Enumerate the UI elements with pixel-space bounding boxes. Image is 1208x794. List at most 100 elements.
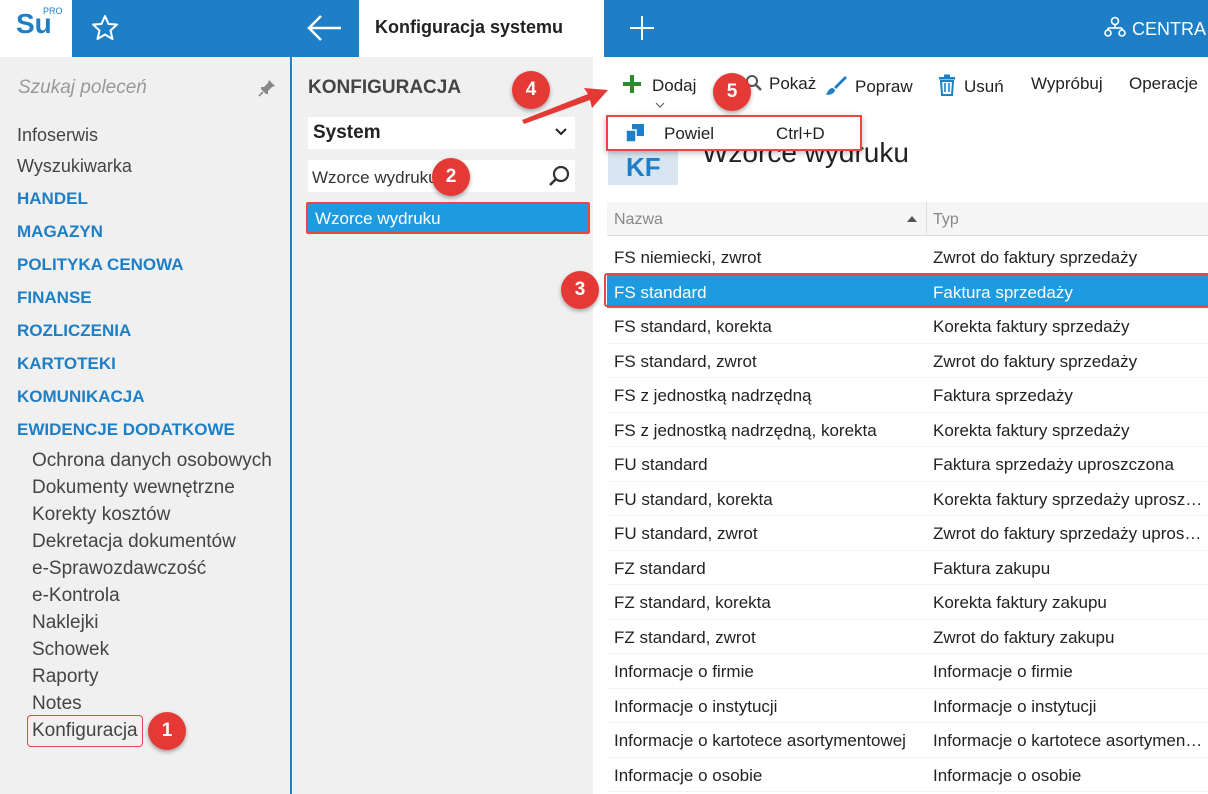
brush-icon (826, 76, 847, 95)
cell-typ: Faktura zakupu (933, 558, 1051, 578)
cell-nazwa: Informacje o firmie (614, 662, 754, 681)
cell-typ: Zwrot do faktury sprzedaży uproszczonej (933, 524, 1203, 543)
search-value: Wzorce wydruku (312, 168, 438, 187)
cell-nazwa: FU standard, zwrot (614, 524, 758, 543)
table-row[interactable]: FS standard Faktura sprzedaży (607, 274, 1208, 309)
list-item-label: Wzorce wydruku (315, 209, 441, 228)
edit-button[interactable]: Popraw (825, 74, 913, 97)
menu-item-powiel[interactable]: Powiel (664, 124, 714, 144)
sidebar-item-ewidencje-dodatkowe[interactable]: EWIDENCJE DODATKOWE (17, 420, 235, 440)
sidebar-item-magazyn[interactable]: MAGAZYN (17, 222, 103, 242)
table-row[interactable]: Informacje o instytucji Informacje o inst… (607, 689, 1208, 723)
add-button[interactable]: Dodaj (622, 74, 697, 108)
delete-button[interactable]: Usuń (938, 74, 1004, 97)
sidebar-subitem[interactable]: Naklejki (32, 612, 99, 634)
annotation-badge: 5 (713, 73, 751, 111)
sidebar-subitem[interactable]: Ochrona danych osobowych (32, 450, 272, 472)
company-switcher[interactable]: CENTRA (1104, 16, 1206, 42)
table-row[interactable]: Informacje o firmie Informacje o firmie (607, 654, 1208, 689)
annotation-badge: 1 (148, 712, 186, 750)
cell-nazwa: Informacje o osobie (614, 765, 763, 785)
pin-icon[interactable] (258, 79, 276, 97)
column-header-typ[interactable]: Typ (933, 211, 959, 229)
table-row[interactable]: FU standard Faktura sprzedaży uproszczona (607, 447, 1208, 482)
table-row[interactable]: Informacje o kartotece asortymentowej Inf… (607, 723, 1208, 758)
plus-icon[interactable] (626, 12, 658, 44)
cell-typ: Zwrot do faktury zakupu (933, 627, 1115, 647)
search-icon[interactable] (547, 164, 571, 188)
cell-nazwa: FS z jednostką nadrzędną, korekta (614, 420, 877, 440)
cell-nazwa: FU standard (614, 455, 708, 474)
column-header-nazwa[interactable]: Nazwa (614, 211, 663, 229)
sidebar-subitem[interactable]: Dokumenty wewnętrzne (32, 477, 235, 499)
sidebar-subitem[interactable]: Schowek (32, 639, 109, 661)
chevron-down-icon (655, 102, 665, 108)
table-row[interactable]: FS z jednostką nadrzędną Faktura sprzedaż… (607, 378, 1208, 413)
cell-typ: Informacje o firmie (933, 662, 1073, 681)
sidebar-subitem[interactable]: e-Sprawozdawczość (32, 558, 206, 580)
data-table: Nazwa Typ FS niemiecki, zwrot Zwrot do fa… (607, 202, 1208, 794)
cell-typ: Informacje o instytucji (933, 696, 1097, 716)
cell-typ: Korekta faktury zakupu (933, 593, 1107, 612)
operations-button[interactable]: Operacje (1129, 74, 1198, 94)
select-value: System (313, 122, 381, 143)
add-label: Dodaj (652, 76, 697, 95)
table-row[interactable]: FU standard, korekta Korekta faktury sprz… (607, 482, 1208, 516)
sidebar-item-finanse[interactable]: FINANSE (17, 288, 92, 308)
toolbar: Dodaj Pokaż Popraw Usuń Wypróbuj Operacj… (605, 60, 1208, 110)
table-row[interactable]: FZ standard, zwrot Zwrot do faktury zakup… (607, 620, 1208, 654)
table-row[interactable]: FS standard, korekta Korekta faktury sprz… (607, 309, 1208, 344)
tab-label: Konfiguracja systemu (375, 17, 564, 37)
star-icon[interactable] (90, 13, 120, 43)
chevron-down-icon (555, 128, 567, 136)
table-row[interactable]: FZ standard Faktura zakupu (607, 551, 1208, 585)
column-separator[interactable] (926, 202, 927, 236)
table-row[interactable]: Informacje o osobie Informacje o osobie (607, 758, 1208, 792)
delete-label: Usuń (964, 77, 1004, 96)
table-row[interactable]: FS standard, zwrot Zwrot do faktury sprze… (607, 344, 1208, 378)
company-label: CENTRA (1132, 19, 1207, 39)
arrow-left-icon[interactable] (305, 12, 345, 44)
add-dropdown-menu: Powiel Ctrl+D (606, 115, 862, 151)
cell-typ: Korekta faktury sprzedaży (933, 317, 1130, 336)
cell-typ: Informacje o kartotece asortymentowej (933, 731, 1203, 750)
panel-title: KONFIGURACJA (308, 77, 462, 98)
cell-typ: Korekta faktury sprzedaży (933, 420, 1130, 440)
table-row[interactable]: FZ standard, korekta Korekta faktury zaku… (607, 585, 1208, 620)
sidebar-item-rozliczenia[interactable]: ROZLICZENIA (17, 321, 131, 341)
sidebar-item-polityka-cenowa[interactable]: POLITYKA CENOWA (17, 255, 184, 275)
sidebar-subitem[interactable]: e-Kontrola (32, 585, 120, 607)
table-row[interactable]: FS z jednostką nadrzędną, korekta Korekta… (607, 413, 1208, 447)
sidebar-subitem[interactable]: Dekretacja dokumentów (32, 531, 236, 553)
try-button[interactable]: Wypróbuj (1031, 74, 1103, 94)
sidebar-item-komunikacja[interactable]: KOMUNIKACJA (17, 387, 145, 407)
command-search-input[interactable]: Szukaj poleceń (18, 77, 238, 99)
config-list-item-wzorce-wydruku[interactable]: Wzorce wydruku (306, 202, 590, 234)
app-logo[interactable]: Su PRO (0, 0, 72, 57)
table-row[interactable]: FS niemiecki, zwrot Zwrot do faktury sprz… (607, 240, 1208, 275)
cell-nazwa: FZ standard (614, 558, 706, 578)
table-header: Nazwa Typ (607, 202, 1208, 236)
sidebar-item-wyszukiwarka[interactable]: Wyszukiwarka (17, 156, 132, 177)
plus-icon (623, 75, 641, 93)
org-chart-icon (1104, 16, 1126, 37)
cell-typ: Informacje o osobie (933, 765, 1082, 785)
cell-typ: Zwrot do faktury sprzedaży (933, 248, 1138, 267)
cell-nazwa: FU standard, korekta (614, 489, 773, 509)
cell-typ: Faktura sprzedaży (933, 386, 1073, 405)
table-row[interactable]: FU standard, zwrot Zwrot do faktury sprze… (607, 516, 1208, 551)
sidebar-subitem[interactable]: Korekty kosztów (32, 504, 170, 526)
sidebar-subitem[interactable]: Notes (32, 693, 82, 715)
sidebar-item-kartoteki[interactable]: KARTOTEKI (17, 354, 116, 374)
cell-nazwa: FS standard, zwrot (614, 351, 757, 371)
sidebar-item-infoserwis[interactable]: Infoserwis (17, 125, 98, 146)
logo-sup: PRO (43, 6, 63, 16)
show-button[interactable]: Pokaż (745, 74, 816, 94)
cell-typ: Zwrot do faktury sprzedaży (933, 351, 1138, 371)
highlight-box (27, 715, 143, 747)
tab-konfiguracja-systemu[interactable]: Konfiguracja systemu (359, 0, 604, 57)
sidebar-subitem[interactable]: Raporty (32, 666, 99, 688)
menu-item-shortcut: Ctrl+D (776, 124, 825, 143)
sidebar-item-handel[interactable]: HANDEL (17, 189, 88, 209)
cell-nazwa: FZ standard, korekta (614, 593, 771, 612)
